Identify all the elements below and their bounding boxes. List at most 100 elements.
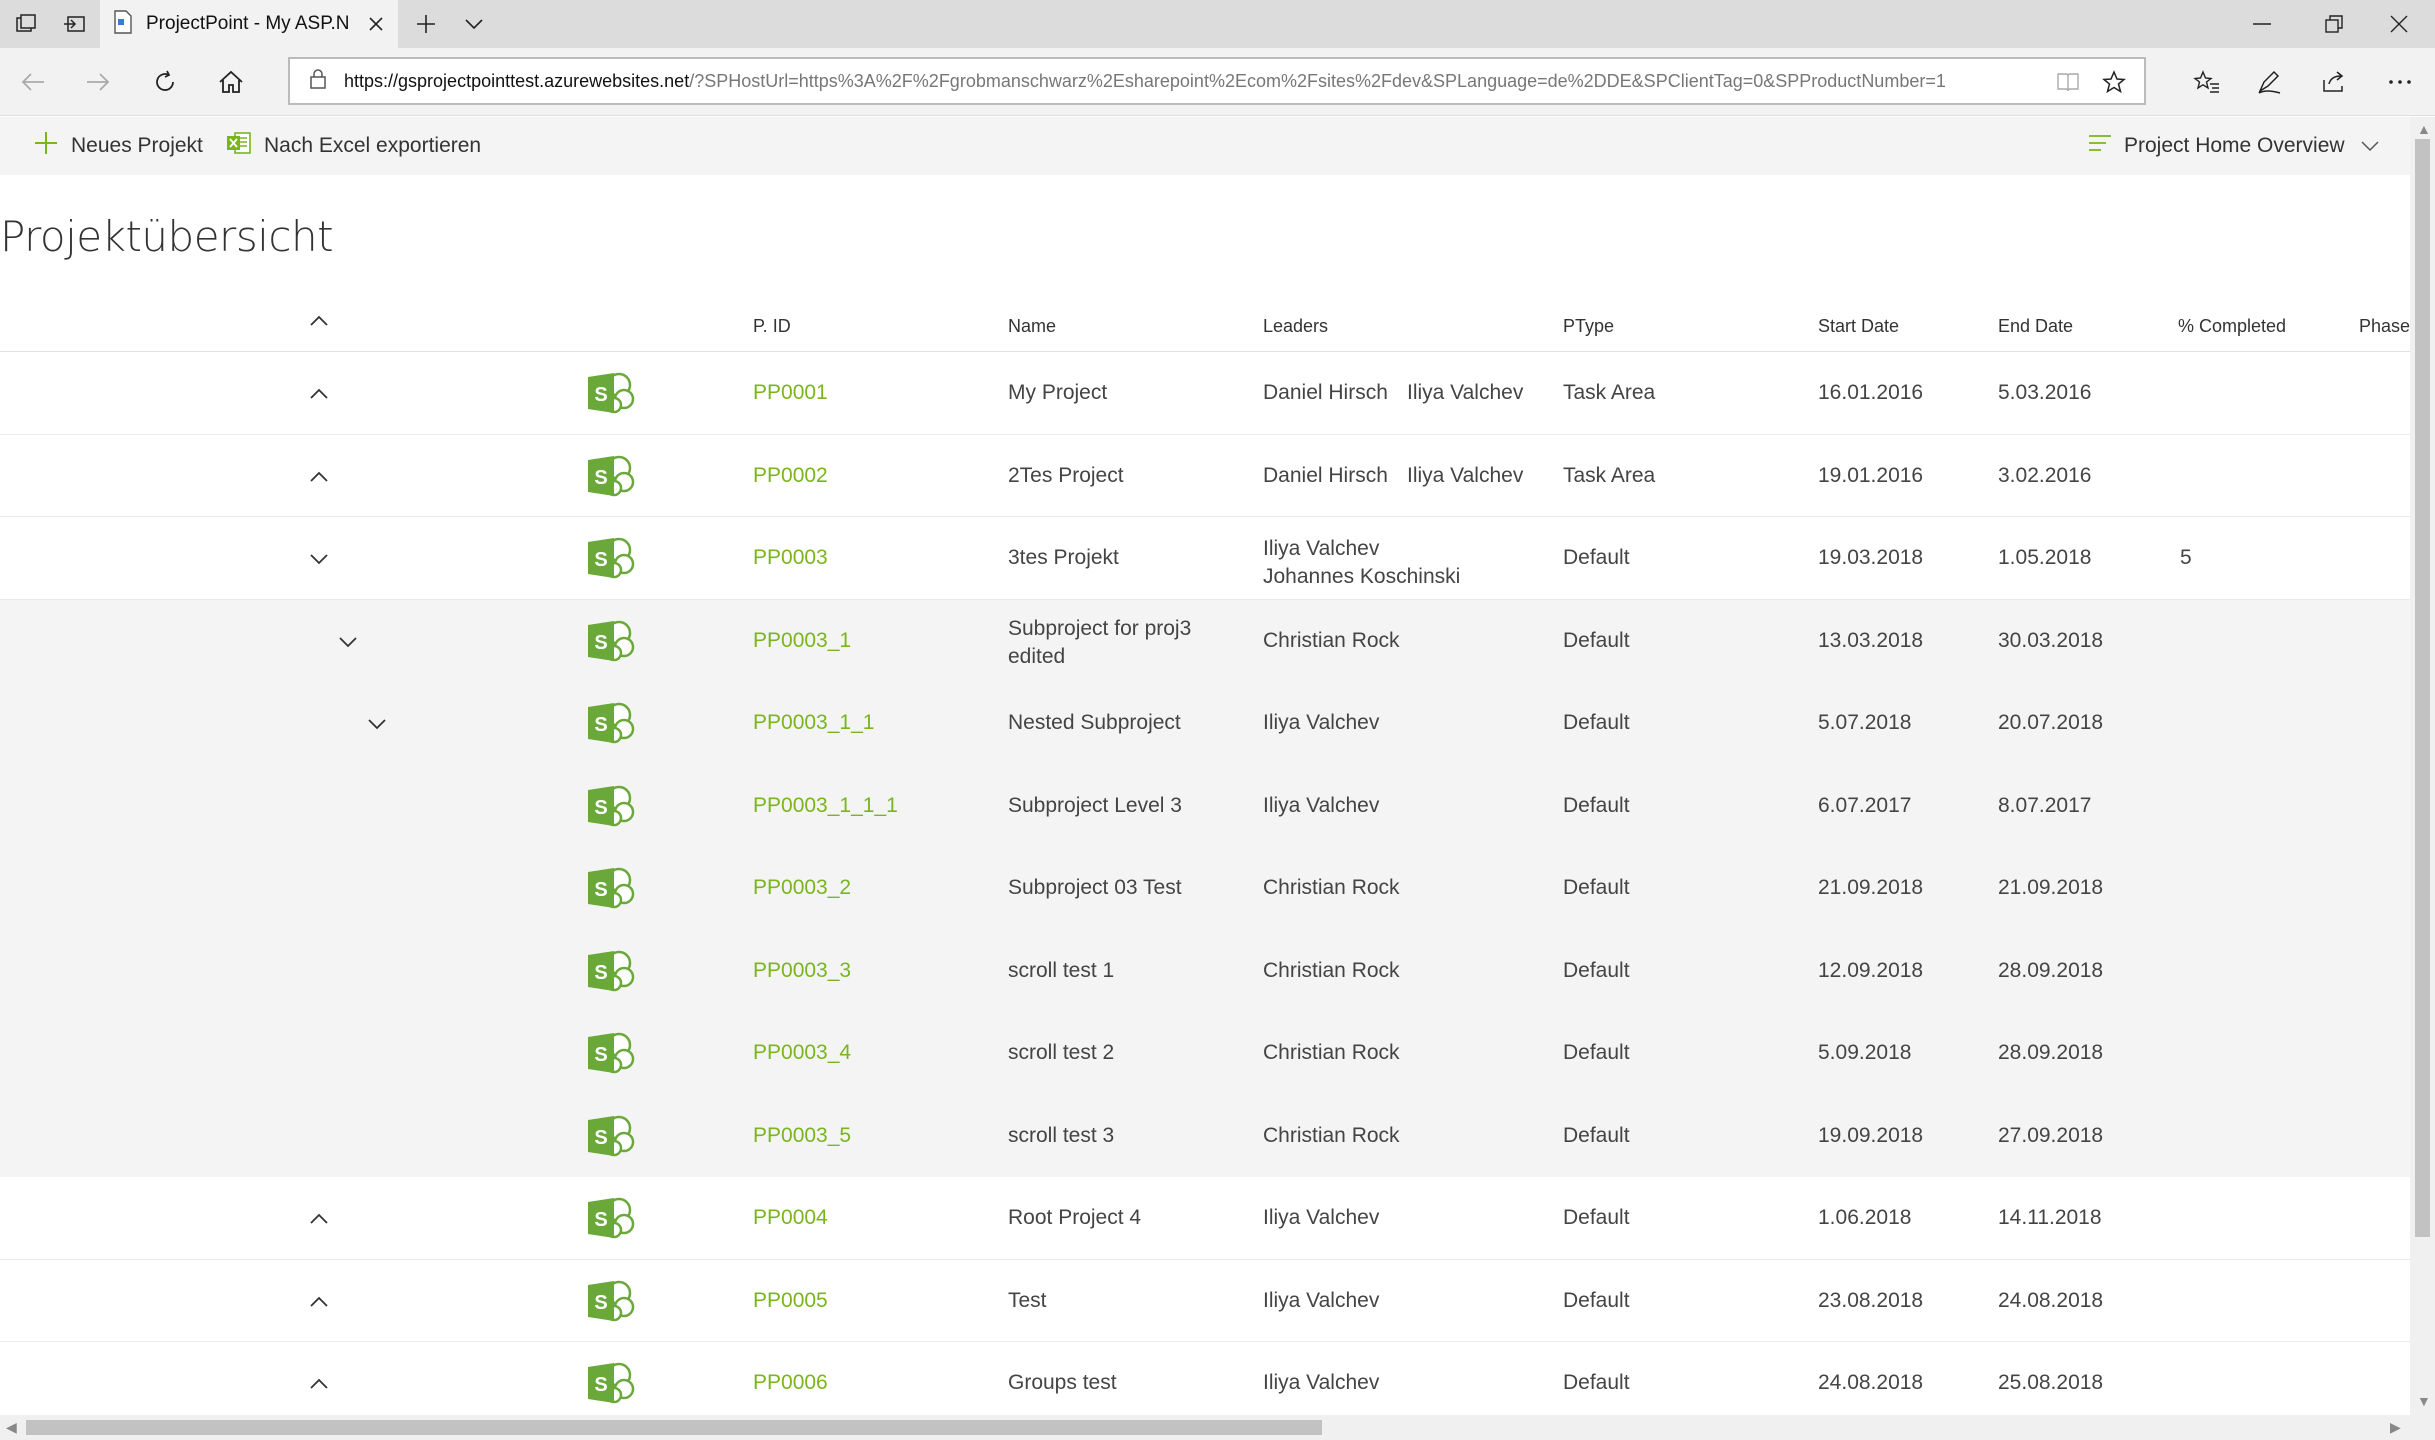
browser-tab[interactable]: ProjectPoint - My ASP.N: [100, 0, 398, 48]
column-header-pid[interactable]: P. ID: [753, 316, 791, 337]
home-icon[interactable]: [207, 58, 255, 106]
expand-chevron-up-icon[interactable]: [304, 1291, 334, 1311]
table-row[interactable]: S PP0003_5 scroll test 3 Christian Rock Defa…: [0, 1094, 2410, 1177]
table-row[interactable]: S PP0003_1_1_1 Subproject Level 3 Iliya Val…: [0, 764, 2410, 847]
new-project-button[interactable]: Neues Projekt: [33, 117, 203, 175]
scroll-up-arrow-icon[interactable]: ▲: [2417, 121, 2431, 137]
sharepoint-site-icon[interactable]: S: [586, 1279, 636, 1323]
column-header-name[interactable]: Name: [1008, 316, 1056, 337]
vertical-scrollbar-thumb[interactable]: [2415, 139, 2430, 1237]
vertical-scrollbar[interactable]: ▲ ▼: [2410, 117, 2435, 1415]
address-bar[interactable]: https://gsprojectpointtest.azurewebsites…: [288, 57, 2146, 105]
column-header-completed[interactable]: % Completed: [2178, 316, 2286, 337]
new-tab-icon[interactable]: [402, 0, 450, 48]
expand-chevron-up-icon[interactable]: [304, 1208, 334, 1228]
table-row[interactable]: S PP0003_1 Subproject for proj3 edited Chris…: [0, 599, 2410, 682]
collapse-chevron-down-icon[interactable]: [362, 713, 392, 733]
collapse-all-chevron-up-icon[interactable]: [304, 310, 334, 330]
column-header-start-date[interactable]: Start Date: [1818, 316, 1899, 337]
project-id-link[interactable]: PP0003_1_1_1: [753, 794, 898, 818]
project-id-link[interactable]: PP0006: [753, 1371, 828, 1395]
sharepoint-site-icon[interactable]: S: [586, 371, 636, 415]
sharepoint-site-icon[interactable]: S: [586, 784, 636, 828]
sharepoint-site-icon[interactable]: S: [586, 1031, 636, 1075]
collapse-chevron-down-icon[interactable]: [304, 548, 334, 568]
refresh-icon[interactable]: [141, 58, 189, 106]
table-row[interactable]: S PP0003_3 scroll test 1 Christian Rock Defa…: [0, 929, 2410, 1012]
sharepoint-site-icon[interactable]: S: [586, 619, 636, 663]
table-row[interactable]: S PP0006 Groups test Iliya Valchev Default 24…: [0, 1342, 2410, 1425]
leader-name: Iliya Valchev: [1263, 793, 1380, 817]
sharepoint-site-icon[interactable]: S: [586, 1361, 636, 1405]
column-header-phase[interactable]: Phase: [2359, 316, 2410, 337]
horizontal-scrollbar-thumb[interactable]: [26, 1420, 1322, 1435]
project-id-link[interactable]: PP0001: [753, 381, 828, 405]
table-row[interactable]: S PP0003_1_1 Nested Subproject Iliya Valche…: [0, 682, 2410, 765]
project-name: 2Tes Project: [1008, 463, 1124, 487]
column-header-leaders[interactable]: Leaders: [1263, 316, 1328, 337]
table-row[interactable]: S PP0003_4 scroll test 2 Christian Rock Defa…: [0, 1012, 2410, 1095]
collapse-chevron-down-icon[interactable]: [333, 631, 363, 651]
sharepoint-site-icon[interactable]: S: [586, 536, 636, 580]
reading-view-icon[interactable]: [2056, 71, 2080, 98]
table-row[interactable]: S PP0003_2 Subproject 03 Test Christian Roc…: [0, 847, 2410, 930]
sharepoint-site-icon[interactable]: S: [586, 701, 636, 745]
more-options-icon[interactable]: [2376, 58, 2424, 106]
project-id-link[interactable]: PP0003_2: [753, 876, 851, 900]
svg-text:S: S: [594, 1374, 607, 1396]
project-id-link[interactable]: PP0003_3: [753, 959, 851, 983]
table-row[interactable]: S PP0003 3tes Projekt Iliya Valchev Johannes…: [0, 517, 2410, 600]
minimize-icon[interactable]: [2226, 0, 2298, 48]
project-id-link[interactable]: PP0003_1_1: [753, 711, 874, 735]
forward-icon[interactable]: [74, 58, 122, 106]
set-tabs-aside-icon[interactable]: [50, 0, 98, 48]
web-note-pen-icon[interactable]: [2245, 58, 2293, 106]
tab-preview-chevron-icon[interactable]: [450, 0, 498, 48]
restore-icon[interactable]: [2298, 0, 2370, 48]
expand-chevron-up-icon[interactable]: [304, 466, 334, 486]
sharepoint-site-icon[interactable]: S: [586, 454, 636, 498]
table-row[interactable]: S PP0001 My Project Daniel Hirsch Iliya Valc…: [0, 352, 2410, 435]
view-selector-dropdown[interactable]: Project Home Overview: [2088, 117, 2379, 175]
start-date: 1.06.2018: [1818, 1206, 1912, 1229]
end-date: 8.07.2017: [1998, 793, 2092, 817]
project-id-link[interactable]: PP0003: [753, 546, 828, 570]
project-type: Default: [1563, 958, 1630, 982]
export-excel-button[interactable]: Nach Excel exportieren: [226, 117, 481, 175]
table-row[interactable]: S PP0004 Root Project 4 Iliya Valchev Defaul…: [0, 1177, 2410, 1260]
scroll-right-arrow-icon[interactable]: ▶: [2390, 1419, 2401, 1436]
close-window-icon[interactable]: [2363, 0, 2435, 48]
sharepoint-site-icon[interactable]: S: [586, 866, 636, 910]
project-name-line2: edited: [1008, 644, 1066, 668]
project-name: My Project: [1008, 381, 1108, 404]
sharepoint-site-icon[interactable]: S: [586, 1196, 636, 1240]
tab-manager-icon[interactable]: [2, 0, 50, 48]
sharepoint-site-icon[interactable]: S: [586, 1114, 636, 1158]
back-icon[interactable]: [9, 58, 57, 106]
project-id-link[interactable]: PP0002: [753, 464, 828, 488]
expand-chevron-up-icon[interactable]: [304, 383, 334, 403]
column-header-ptype[interactable]: PType: [1563, 316, 1614, 337]
table-row[interactable]: S PP0002 2Tes Project Daniel Hirsch Iliya Va…: [0, 435, 2410, 517]
favorite-star-icon[interactable]: [2102, 70, 2126, 99]
start-date: 6.07.2017: [1818, 793, 1912, 817]
scroll-left-arrow-icon[interactable]: ◀: [6, 1419, 17, 1436]
project-id-link[interactable]: PP0003_5: [753, 1124, 851, 1148]
project-id-link[interactable]: PP0005: [753, 1289, 828, 1313]
chevron-down-icon: [2361, 134, 2379, 158]
table-row[interactable]: S PP0005 Test Iliya Valchev Default 23.08.201…: [0, 1260, 2410, 1342]
favorites-hub-icon[interactable]: [2183, 58, 2231, 106]
expand-chevron-up-icon[interactable]: [304, 1373, 334, 1393]
close-tab-icon[interactable]: [364, 12, 388, 36]
scroll-down-arrow-icon[interactable]: ▼: [2417, 1393, 2431, 1409]
project-id-link[interactable]: PP0003_1: [753, 629, 851, 653]
horizontal-scrollbar[interactable]: ◀ ▶: [0, 1415, 2410, 1440]
share-icon[interactable]: [2310, 58, 2358, 106]
project-id-link[interactable]: PP0004: [753, 1206, 828, 1230]
project-type: Default: [1563, 1123, 1630, 1147]
start-date: 19.03.2018: [1818, 546, 1924, 569]
svg-text:S: S: [594, 1209, 607, 1231]
project-id-link[interactable]: PP0003_4: [753, 1041, 851, 1065]
column-header-end-date[interactable]: End Date: [1998, 316, 2073, 337]
sharepoint-site-icon[interactable]: S: [586, 949, 636, 993]
